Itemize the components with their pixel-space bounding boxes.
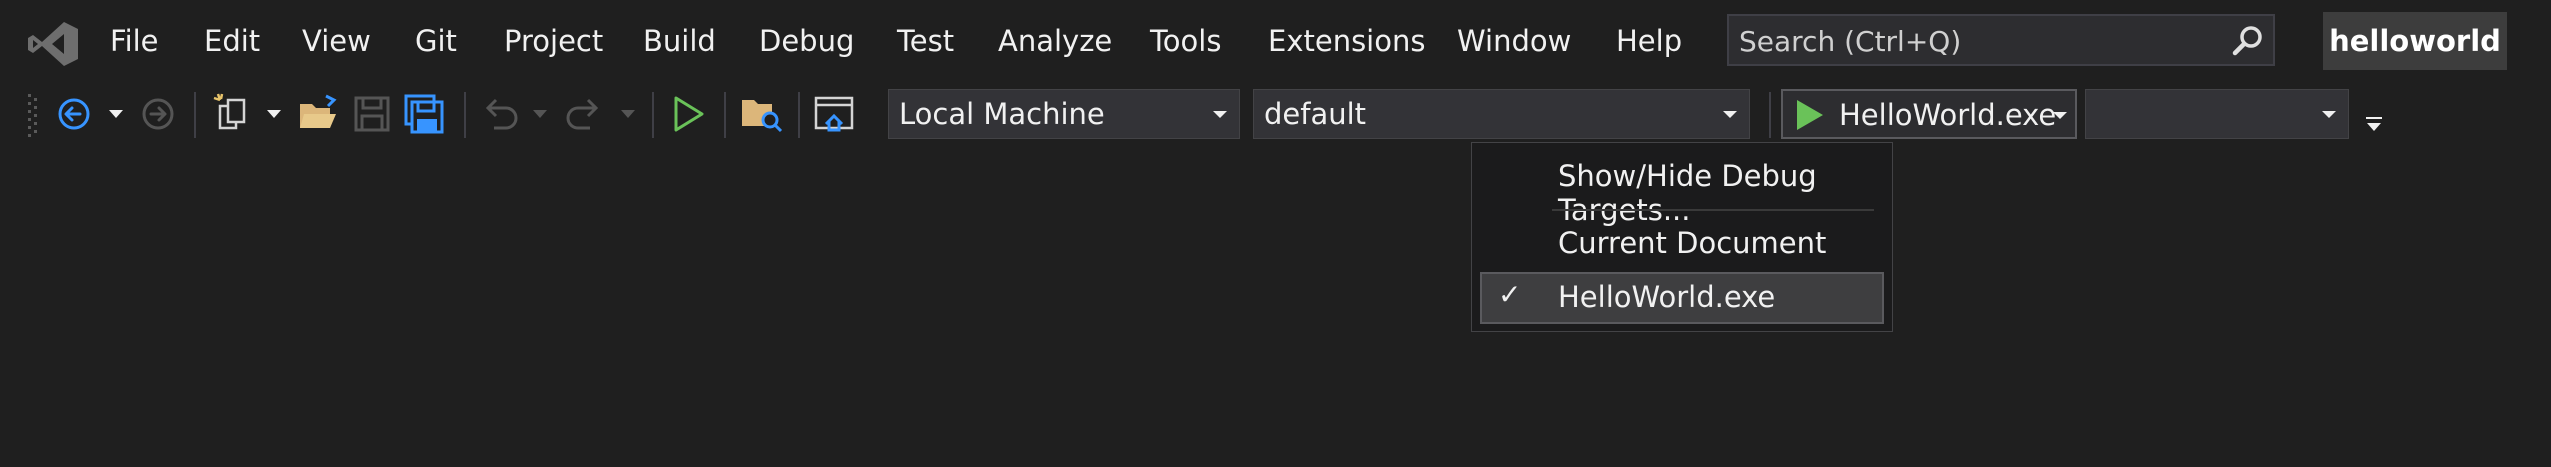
menu-test[interactable]: Test bbox=[895, 18, 956, 64]
back-dropdown-arrow-icon[interactable] bbox=[108, 108, 124, 120]
toolbar-separator bbox=[652, 92, 654, 138]
startup-item-label: HelloWorld.exe bbox=[1839, 98, 2057, 132]
chevron-down-icon[interactable] bbox=[2053, 112, 2067, 119]
toolbar-overflow-icon[interactable] bbox=[2364, 114, 2384, 134]
menu-bar: File Edit View Git Project Build Debug T… bbox=[0, 0, 2551, 84]
chevron-down-icon bbox=[1723, 111, 1737, 118]
menu-window[interactable]: Window bbox=[1455, 18, 1573, 64]
toolbar-grip-icon[interactable] bbox=[26, 92, 40, 140]
redo-icon[interactable] bbox=[560, 90, 608, 138]
back-navigate-icon[interactable] bbox=[52, 90, 100, 138]
undo-icon[interactable] bbox=[476, 90, 524, 138]
menu-build[interactable]: Build bbox=[641, 18, 718, 64]
menu-git[interactable]: Git bbox=[413, 18, 459, 64]
search-input[interactable] bbox=[1729, 16, 2221, 66]
chevron-down-icon bbox=[1213, 111, 1227, 118]
new-project-icon[interactable] bbox=[210, 90, 258, 138]
redo-dropdown-arrow-icon[interactable] bbox=[620, 108, 636, 120]
menu-item-label: HelloWorld.exe bbox=[1558, 280, 1776, 314]
target-platform-dropdown[interactable]: Local Machine bbox=[888, 89, 1240, 139]
checkmark-icon: ✓ bbox=[1498, 278, 1522, 311]
configuration-label: default bbox=[1264, 97, 1367, 131]
chevron-down-icon bbox=[2322, 111, 2336, 118]
menu-item-helloworld-exe[interactable]: ✓ HelloWorld.exe bbox=[1480, 272, 1884, 324]
menu-file[interactable]: File bbox=[108, 18, 161, 64]
menu-tools[interactable]: Tools bbox=[1148, 18, 1223, 64]
menu-item-show-hide-debug-targets[interactable]: Show/Hide Debug Targets... bbox=[1558, 159, 1892, 227]
save-icon[interactable] bbox=[348, 90, 396, 138]
toolbar-separator bbox=[1769, 92, 1771, 138]
toolbar-separator bbox=[194, 92, 196, 138]
solution-explorer-icon[interactable] bbox=[738, 90, 786, 138]
extra-dropdown[interactable] bbox=[2085, 89, 2349, 139]
save-all-icon[interactable] bbox=[400, 90, 448, 138]
visual-studio-logo-icon bbox=[28, 22, 78, 66]
menu-separator bbox=[1552, 209, 1874, 211]
menu-debug[interactable]: Debug bbox=[757, 18, 856, 64]
toolbar-separator bbox=[464, 92, 466, 138]
debug-target-dropdown-menu: Show/Hide Debug Targets... Current Docum… bbox=[1471, 142, 1893, 332]
menu-edit[interactable]: Edit bbox=[202, 18, 262, 64]
new-project-dropdown-arrow-icon[interactable] bbox=[266, 108, 282, 120]
toolbar-separator bbox=[798, 92, 800, 138]
undo-dropdown-arrow-icon[interactable] bbox=[532, 108, 548, 120]
forward-navigate-icon[interactable] bbox=[134, 90, 182, 138]
menu-project[interactable]: Project bbox=[502, 18, 605, 64]
search-box[interactable] bbox=[1727, 14, 2275, 66]
menu-item-current-document[interactable]: Current Document bbox=[1558, 226, 1826, 260]
start-without-debugging-icon[interactable] bbox=[664, 90, 712, 138]
search-icon[interactable] bbox=[2231, 24, 2265, 58]
menu-extensions[interactable]: Extensions bbox=[1266, 18, 1427, 64]
menu-view[interactable]: View bbox=[300, 18, 373, 64]
menu-analyze[interactable]: Analyze bbox=[996, 18, 1114, 64]
solution-name-badge[interactable]: helloworld bbox=[2323, 12, 2507, 70]
startup-item-button[interactable]: HelloWorld.exe bbox=[1781, 89, 2077, 139]
toolbar-separator bbox=[724, 92, 726, 138]
target-platform-label: Local Machine bbox=[899, 97, 1105, 131]
menu-help[interactable]: Help bbox=[1614, 18, 1684, 64]
open-file-icon[interactable] bbox=[294, 90, 342, 138]
web-browser-icon[interactable] bbox=[810, 90, 858, 138]
run-play-icon[interactable] bbox=[1791, 97, 1827, 133]
configuration-dropdown[interactable]: default bbox=[1253, 89, 1750, 139]
